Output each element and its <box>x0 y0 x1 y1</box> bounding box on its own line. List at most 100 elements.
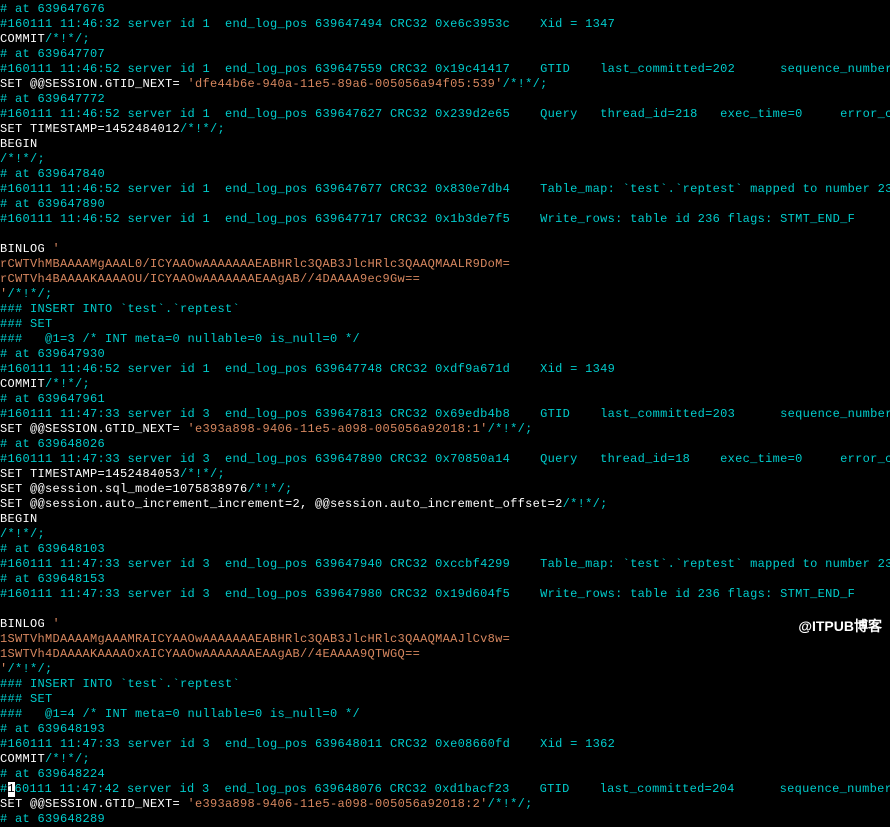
text-segment: BEGIN <box>0 137 38 151</box>
text-segment: #160111 11:47:33 server id 3 end_log_pos… <box>0 452 890 466</box>
terminal-line: ### SET <box>0 692 890 707</box>
text-segment: #160111 11:47:33 server id 3 end_log_pos… <box>0 557 890 571</box>
terminal-line: #160111 11:46:52 server id 1 end_log_pos… <box>0 107 890 122</box>
terminal-line: ### @1=3 /* INT meta=0 nullable=0 is_nul… <box>0 332 890 347</box>
text-segment: ### @1=4 /* INT meta=0 nullable=0 is_nul… <box>0 707 360 721</box>
terminal-line: BINLOG ' <box>0 242 890 257</box>
terminal-line: BINLOG ' <box>0 617 890 632</box>
terminal-line: # at 639647890 <box>0 197 890 212</box>
text-segment: /*!*/; <box>8 287 53 301</box>
terminal-line: BEGIN <box>0 137 890 152</box>
watermark-text: @ITPUB博客 <box>798 618 882 636</box>
text-segment: 1SWTVh4DAAAAKAAAAOxAICYAAOwAAAAAAAEAAgAB… <box>0 647 420 661</box>
text-segment: #160111 11:47:42 server id 3 end_log_pos… <box>0 782 890 796</box>
text-segment: # at 639647707 <box>0 47 105 61</box>
terminal-line: COMMIT/*!*/; <box>0 32 890 47</box>
text-segment: /*!*/; <box>8 662 53 676</box>
terminal-line: #160111 11:46:32 server id 1 end_log_pos… <box>0 17 890 32</box>
text-segment: /*!*/; <box>0 152 45 166</box>
text-segment: # at 639647840 <box>0 167 105 181</box>
terminal-line: ### @1=4 /* INT meta=0 nullable=0 is_nul… <box>0 707 890 722</box>
text-segment: # at 639648026 <box>0 437 105 451</box>
text-segment: SET TIMESTAMP=1452484012 <box>0 122 180 136</box>
text-segment: #160111 11:46:52 server id 1 end_log_pos… <box>0 62 890 76</box>
text-segment: # at 639648289 <box>0 812 105 826</box>
text-segment: /*!*/; <box>180 122 225 136</box>
text-segment: COMMIT <box>0 377 45 391</box>
terminal-line: SET @@session.auto_increment_increment=2… <box>0 497 890 512</box>
terminal-line: ### INSERT INTO `test`.`reptest` <box>0 677 890 692</box>
terminal-line: # at 639648103 <box>0 542 890 557</box>
terminal-line: SET @@session.sql_mode=1075838976/*!*/; <box>0 482 890 497</box>
text-segment: #160111 11:46:52 server id 1 end_log_pos… <box>0 212 855 226</box>
text-segment: /*!*/; <box>248 482 293 496</box>
terminal-line: #160111 11:47:33 server id 3 end_log_pos… <box>0 407 890 422</box>
terminal-line: COMMIT/*!*/; <box>0 752 890 767</box>
text-segment: SET @@SESSION.GTID_NEXT= <box>0 422 188 436</box>
terminal-line: # at 639648289 <box>0 812 890 827</box>
text-segment: 'dfe44b6e-940a-11e5-89a6-005056a94f05:53… <box>188 77 503 91</box>
text-segment: SET @@session.sql_mode=1075838976 <box>0 482 248 496</box>
terminal-line: #160111 11:47:33 server id 3 end_log_pos… <box>0 452 890 467</box>
terminal-line: # at 639648153 <box>0 572 890 587</box>
text-segment: /*!*/; <box>180 467 225 481</box>
terminal-line: # at 639647961 <box>0 392 890 407</box>
text-segment: ### SET <box>0 692 53 706</box>
text-segment: SET @@SESSION.GTID_NEXT= <box>0 77 188 91</box>
text-segment: COMMIT <box>0 32 45 46</box>
terminal-line: # at 639647772 <box>0 92 890 107</box>
terminal-line: #160111 11:46:52 server id 1 end_log_pos… <box>0 362 890 377</box>
terminal-line: SET TIMESTAMP=1452484012/*!*/; <box>0 122 890 137</box>
terminal-line: ### INSERT INTO `test`.`reptest` <box>0 302 890 317</box>
terminal-line: #160111 11:47:33 server id 3 end_log_pos… <box>0 587 890 602</box>
terminal-output[interactable]: # at 639647676#160111 11:46:32 server id… <box>0 2 890 827</box>
terminal-line: '/*!*/; <box>0 662 890 677</box>
terminal-line <box>0 227 890 242</box>
terminal-line: #160111 11:47:42 server id 3 end_log_pos… <box>0 782 890 797</box>
text-segment: # at 639647772 <box>0 92 105 106</box>
terminal-line: # at 639648193 <box>0 722 890 737</box>
text-segment: #160111 11:46:52 server id 1 end_log_pos… <box>0 107 890 121</box>
text-segment: ' <box>53 242 61 256</box>
terminal-line: # at 639647840 <box>0 167 890 182</box>
text-segment: # at 639647676 <box>0 2 105 16</box>
text-segment: BEGIN <box>0 512 38 526</box>
text-segment: /*!*/; <box>488 797 533 811</box>
terminal-line: # at 639647707 <box>0 47 890 62</box>
text-segment: 1SWTVhMDAAAAMgAAAMRAICYAAOwAAAAAAAEABHRl… <box>0 632 510 646</box>
text-segment: # at 639648153 <box>0 572 105 586</box>
terminal-line: SET @@SESSION.GTID_NEXT= 'e393a898-9406-… <box>0 422 890 437</box>
text-segment: BINLOG <box>0 617 53 631</box>
text-segment: #160111 11:47:33 server id 3 end_log_pos… <box>0 737 615 751</box>
text-segment: # at 639647961 <box>0 392 105 406</box>
cursor: 1 <box>8 782 15 797</box>
terminal-line: /*!*/; <box>0 152 890 167</box>
text-segment: #160111 11:46:52 server id 1 end_log_pos… <box>0 362 615 376</box>
text-segment: 'e393a898-9406-11e5-a098-005056a92018:1' <box>188 422 488 436</box>
text-segment: # at 639648103 <box>0 542 105 556</box>
text-segment <box>0 602 8 616</box>
text-segment: /*!*/; <box>0 527 45 541</box>
text-segment: SET TIMESTAMP=1452484053 <box>0 467 180 481</box>
text-segment: SET @@SESSION.GTID_NEXT= <box>0 797 188 811</box>
text-segment: COMMIT <box>0 752 45 766</box>
terminal-line: BEGIN <box>0 512 890 527</box>
terminal-line: SET @@SESSION.GTID_NEXT= 'e393a898-9406-… <box>0 797 890 812</box>
text-segment: ' <box>53 617 61 631</box>
text-segment: ### INSERT INTO `test`.`reptest` <box>0 302 240 316</box>
terminal-line: # at 639648026 <box>0 437 890 452</box>
terminal-line: # at 639647930 <box>0 347 890 362</box>
terminal-line: '/*!*/; <box>0 287 890 302</box>
terminal-line: # at 639648224 <box>0 767 890 782</box>
text-segment: # at 639647890 <box>0 197 105 211</box>
terminal-line: SET TIMESTAMP=1452484053/*!*/; <box>0 467 890 482</box>
terminal-line: ### SET <box>0 317 890 332</box>
terminal-line: #160111 11:47:33 server id 3 end_log_pos… <box>0 737 890 752</box>
terminal-line: COMMIT/*!*/; <box>0 377 890 392</box>
text-segment: # at 639648193 <box>0 722 105 736</box>
text-segment: ### @1=3 /* INT meta=0 nullable=0 is_nul… <box>0 332 360 346</box>
text-segment: BINLOG <box>0 242 53 256</box>
text-segment: # at 639648224 <box>0 767 105 781</box>
terminal-line: # at 639647676 <box>0 2 890 17</box>
text-segment: /*!*/; <box>488 422 533 436</box>
